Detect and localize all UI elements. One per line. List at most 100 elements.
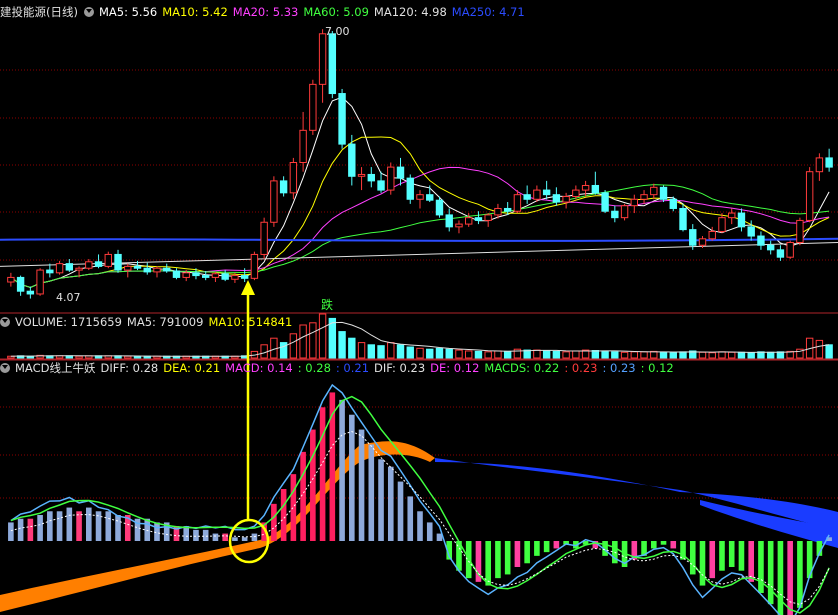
macd-indicator: MACDS: 0.22 (484, 361, 560, 375)
macd-bar (183, 526, 190, 541)
macd-bar (271, 503, 277, 541)
macd-bar (319, 407, 326, 541)
candle-body (250, 253, 259, 279)
candle-body (367, 173, 375, 182)
volume-panel-header: VOLUME: 1715659 MA5: 791009 MA10: 514841 (0, 314, 302, 330)
volume-bar (766, 351, 775, 359)
macd-bar (758, 541, 764, 593)
settings-toggle-icon[interactable] (83, 7, 94, 17)
volume-bar (338, 331, 346, 359)
candle-body (747, 226, 755, 237)
candle-body (562, 196, 570, 203)
candle-body (445, 214, 453, 228)
ma-indicator-list: MA5: 5.56 MA10: 5.42 MA20: 5.33 MA60: 5.09 M… (99, 5, 530, 19)
candle-body (435, 199, 444, 216)
macd-bar (56, 511, 63, 541)
candle-body (270, 180, 278, 223)
ma-indicator: MA120: 4.98 (373, 5, 447, 19)
candle-body (503, 207, 512, 212)
candle-body (728, 212, 736, 219)
volume-bar (279, 342, 288, 359)
candle-body (708, 230, 716, 240)
macd-indicator: DIF: 0.23 (374, 361, 426, 375)
macd-bar (387, 466, 394, 541)
volume-indicator: VOLUME: 1715659 (15, 315, 122, 329)
volume-bar (435, 347, 444, 359)
macd-bar (650, 541, 657, 549)
ma-indicator: MA20: 5.33 (232, 5, 299, 19)
candle-body (542, 189, 551, 196)
candle-body (124, 265, 132, 271)
volume-bar (75, 355, 83, 359)
candle-body (26, 290, 35, 295)
annotations: 7.00 4.07 跌 (56, 25, 350, 312)
low-price-label: 4.07 (56, 291, 81, 304)
macd-bar (504, 541, 511, 575)
candle-body (309, 83, 317, 131)
candle-body (513, 194, 522, 212)
volume-bar (572, 350, 580, 359)
candle-body (679, 207, 687, 231)
macd-indicator: MACD: 0.14 (225, 361, 293, 375)
candle-body (718, 217, 726, 232)
macd-bar (514, 541, 521, 567)
macd-bar (553, 541, 560, 549)
macd-bar (797, 541, 803, 608)
candle-body (825, 157, 833, 168)
macd-bars (8, 383, 832, 615)
stock-chart[interactable]: 7.00 4.07 跌 (0, 0, 838, 615)
volume-bar (133, 355, 142, 359)
macd-bar (212, 533, 219, 541)
macd-indicator: DE: 0.12 (430, 361, 480, 375)
volume-bar (309, 322, 317, 359)
volume-bar (367, 344, 375, 359)
volume-bar (474, 350, 483, 359)
candle-body (172, 270, 181, 278)
macd-title: MACD线上牛妖 (15, 361, 96, 375)
macd-bar (719, 541, 725, 571)
diff-line (10, 383, 830, 615)
macd-indicator: DEA: 0.21 (163, 361, 221, 375)
candle-body (757, 235, 765, 246)
macd-bar (232, 537, 238, 541)
volume-bar (757, 351, 765, 359)
candle-body (387, 166, 395, 191)
volume-bar (387, 342, 395, 359)
candle-body (786, 241, 794, 258)
macd-bar (290, 474, 297, 541)
volume-indicator-list: VOLUME: 1715659 MA5: 791009 MA10: 514841 (15, 315, 297, 329)
macd-bar (699, 541, 706, 586)
macd-toggle-icon[interactable] (0, 363, 10, 373)
candle-body (260, 221, 268, 255)
candle-body (533, 189, 541, 200)
candle-body (465, 217, 473, 225)
candle-body (55, 263, 64, 274)
macd-bar (251, 533, 258, 541)
macd-bar (534, 541, 540, 556)
macd-bar (193, 529, 199, 541)
macd-bar (709, 541, 716, 579)
candle-body (796, 219, 804, 243)
candle-body (377, 180, 385, 191)
candle-body (669, 198, 677, 209)
macd-bar (485, 541, 491, 586)
volume-bar (416, 347, 424, 359)
candle-body (611, 210, 619, 219)
candle-body (455, 223, 463, 228)
volume-bar (630, 351, 639, 359)
volume-bar (289, 333, 298, 359)
candle-body (289, 162, 298, 194)
volume-bar (737, 351, 746, 359)
macd-bar (378, 459, 384, 541)
candle-body (396, 166, 405, 179)
ma-indicator: MA60: 5.09 (303, 5, 369, 19)
volume-bar (650, 350, 658, 359)
volume-bar (406, 346, 414, 359)
volume-toggle-icon[interactable] (0, 317, 10, 327)
volume-bar (669, 352, 677, 359)
macd-indicator-list: DIFF: 0.28 DEA: 0.21 MACD: 0.14: 0.28: 0.2… (100, 361, 678, 375)
ma-indicator: MA5: 5.56 (98, 5, 158, 19)
candle-body (523, 194, 531, 200)
macd-bar (368, 444, 375, 541)
macd-indicator: : 0.23 (564, 361, 598, 375)
